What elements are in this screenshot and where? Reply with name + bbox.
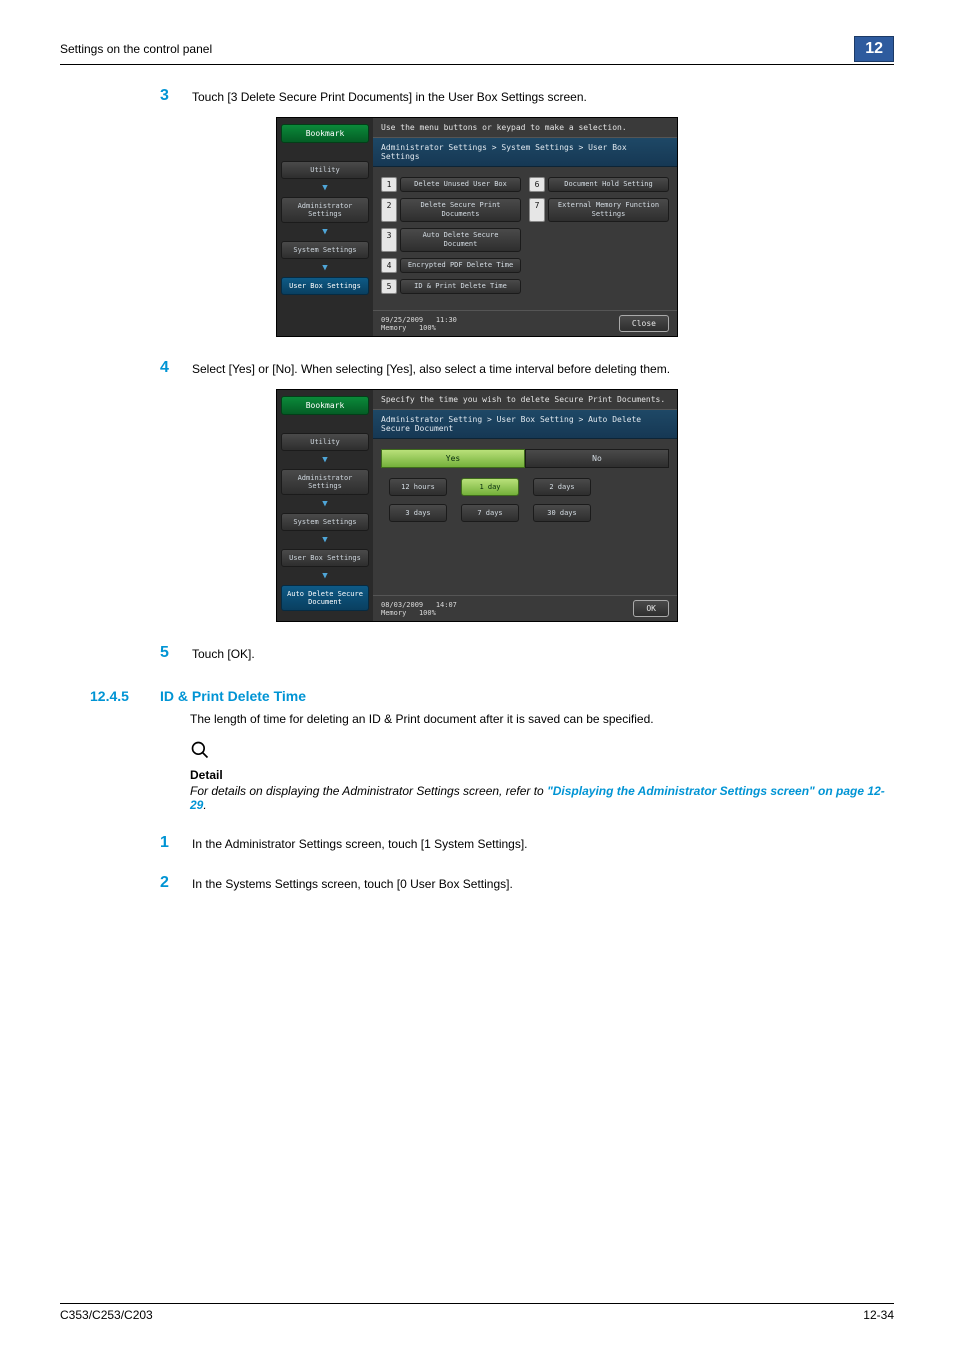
footer-mem-label: Memory bbox=[381, 324, 406, 332]
step-3: 3 Touch [3 Delete Secure Print Documents… bbox=[60, 87, 894, 105]
opt-7-days[interactable]: 7 days bbox=[461, 504, 519, 522]
tab-no[interactable]: No bbox=[525, 449, 669, 468]
section-number: 12.4.5 bbox=[90, 688, 160, 704]
close-button[interactable]: Close bbox=[619, 315, 669, 332]
detail-text: For details on displaying the Administra… bbox=[190, 784, 894, 812]
magnifier-icon bbox=[190, 740, 894, 766]
step-text: In the Administrator Settings screen, to… bbox=[192, 834, 528, 852]
footer-status: 08/03/2009 14:07 Memory 100% bbox=[381, 601, 457, 617]
step-number: 4 bbox=[160, 359, 192, 377]
step-b: 2 In the Systems Settings screen, touch … bbox=[60, 874, 894, 892]
nav-user-box-settings[interactable]: User Box Settings bbox=[281, 549, 369, 567]
page-header: Settings on the control panel 12 bbox=[60, 36, 894, 65]
menu-num: 2 bbox=[381, 198, 397, 222]
step-text: In the Systems Settings screen, touch [0… bbox=[192, 874, 513, 892]
chevron-down-icon: ▼ bbox=[281, 183, 369, 193]
tab-yes[interactable]: Yes bbox=[381, 449, 525, 468]
bookmark-button[interactable]: Bookmark bbox=[281, 396, 369, 415]
nav-admin-settings[interactable]: Administrator Settings bbox=[281, 197, 369, 223]
ok-button[interactable]: OK bbox=[633, 600, 669, 617]
header-title: Settings on the control panel bbox=[60, 42, 212, 56]
chevron-down-icon: ▼ bbox=[281, 455, 369, 465]
menu-num: 4 bbox=[381, 258, 397, 273]
step-number: 2 bbox=[160, 874, 192, 892]
detail-pre: For details on displaying the Administra… bbox=[190, 784, 547, 798]
step-4: 4 Select [Yes] or [No]. When selecting [… bbox=[60, 359, 894, 377]
menu-delete-secure[interactable]: Delete Secure Print Documents bbox=[400, 198, 521, 222]
screen-prompt: Specify the time you wish to delete Secu… bbox=[373, 390, 677, 410]
opt-12-hours[interactable]: 12 hours bbox=[389, 478, 447, 496]
breadcrumb: Administrator Settings > System Settings… bbox=[373, 138, 677, 167]
step-5: 5 Touch [OK]. bbox=[60, 644, 894, 662]
nav-user-box-settings[interactable]: User Box Settings bbox=[281, 277, 369, 295]
menu-num: 7 bbox=[529, 198, 545, 222]
footer-mem-pct: 100% bbox=[419, 324, 436, 332]
page-footer: C353/C253/C203 12-34 bbox=[60, 1303, 894, 1322]
menu-encrypted-pdf[interactable]: Encrypted PDF Delete Time bbox=[400, 258, 521, 273]
step-text: Select [Yes] or [No]. When selecting [Ye… bbox=[192, 359, 670, 377]
nav-system-settings[interactable]: System Settings bbox=[281, 241, 369, 259]
bookmark-button[interactable]: Bookmark bbox=[281, 124, 369, 143]
detail-block: Detail For details on displaying the Adm… bbox=[60, 740, 894, 812]
menu-num: 5 bbox=[381, 279, 397, 294]
step-number: 5 bbox=[160, 644, 192, 662]
footer-status: 09/25/2009 11:30 Memory 100% bbox=[381, 316, 457, 332]
detail-post: . bbox=[203, 798, 206, 812]
footer-mem-label: Memory bbox=[381, 609, 406, 617]
menu-external-mem[interactable]: External Memory Function Settings bbox=[548, 198, 669, 222]
step-a: 1 In the Administrator Settings screen, … bbox=[60, 834, 894, 852]
nav-system-settings[interactable]: System Settings bbox=[281, 513, 369, 531]
footer-date: 08/03/2009 bbox=[381, 601, 423, 609]
opt-2-days[interactable]: 2 days bbox=[533, 478, 591, 496]
section-heading: 12.4.5 ID & Print Delete Time bbox=[60, 688, 894, 704]
menu-delete-unused[interactable]: Delete Unused User Box bbox=[400, 177, 521, 192]
step-text: Touch [OK]. bbox=[192, 644, 255, 662]
step-number: 3 bbox=[160, 87, 192, 105]
detail-label: Detail bbox=[190, 768, 894, 782]
nav-auto-delete-secure[interactable]: Auto Delete Secure Document bbox=[281, 585, 369, 611]
nav-admin-settings[interactable]: Administrator Settings bbox=[281, 469, 369, 495]
footer-model: C353/C253/C203 bbox=[60, 1308, 153, 1322]
step-text: Touch [3 Delete Secure Print Documents] … bbox=[192, 87, 587, 105]
menu-num: 3 bbox=[381, 228, 397, 252]
screen-prompt: Use the menu buttons or keypad to make a… bbox=[373, 118, 677, 138]
footer-date: 09/25/2009 bbox=[381, 316, 423, 324]
screenshot-2: Bookmark Utility ▼ Administrator Setting… bbox=[60, 389, 894, 622]
step-number: 1 bbox=[160, 834, 192, 852]
footer-mem-pct: 100% bbox=[419, 609, 436, 617]
chevron-down-icon: ▼ bbox=[281, 499, 369, 509]
footer-page: 12-34 bbox=[863, 1308, 894, 1322]
opt-1-day[interactable]: 1 day bbox=[461, 478, 519, 496]
menu-num: 6 bbox=[529, 177, 545, 192]
footer-time: 14:07 bbox=[436, 601, 457, 609]
chevron-down-icon: ▼ bbox=[281, 227, 369, 237]
breadcrumb: Administrator Setting > User Box Setting… bbox=[373, 410, 677, 439]
opt-30-days[interactable]: 30 days bbox=[533, 504, 591, 522]
opt-3-days[interactable]: 3 days bbox=[389, 504, 447, 522]
menu-doc-hold[interactable]: Document Hold Setting bbox=[548, 177, 669, 192]
chapter-badge: 12 bbox=[854, 36, 894, 62]
chevron-down-icon: ▼ bbox=[281, 535, 369, 545]
screenshot-1: Bookmark Utility ▼ Administrator Setting… bbox=[60, 117, 894, 337]
menu-auto-delete[interactable]: Auto Delete Secure Document bbox=[400, 228, 521, 252]
chevron-down-icon: ▼ bbox=[281, 571, 369, 581]
section-title: ID & Print Delete Time bbox=[160, 688, 306, 704]
chevron-down-icon: ▼ bbox=[281, 263, 369, 273]
nav-utility[interactable]: Utility bbox=[281, 161, 369, 179]
menu-id-print-delete[interactable]: ID & Print Delete Time bbox=[400, 279, 521, 294]
menu-num: 1 bbox=[381, 177, 397, 192]
footer-time: 11:30 bbox=[436, 316, 457, 324]
nav-utility[interactable]: Utility bbox=[281, 433, 369, 451]
section-paragraph: The length of time for deleting an ID & … bbox=[60, 712, 894, 726]
